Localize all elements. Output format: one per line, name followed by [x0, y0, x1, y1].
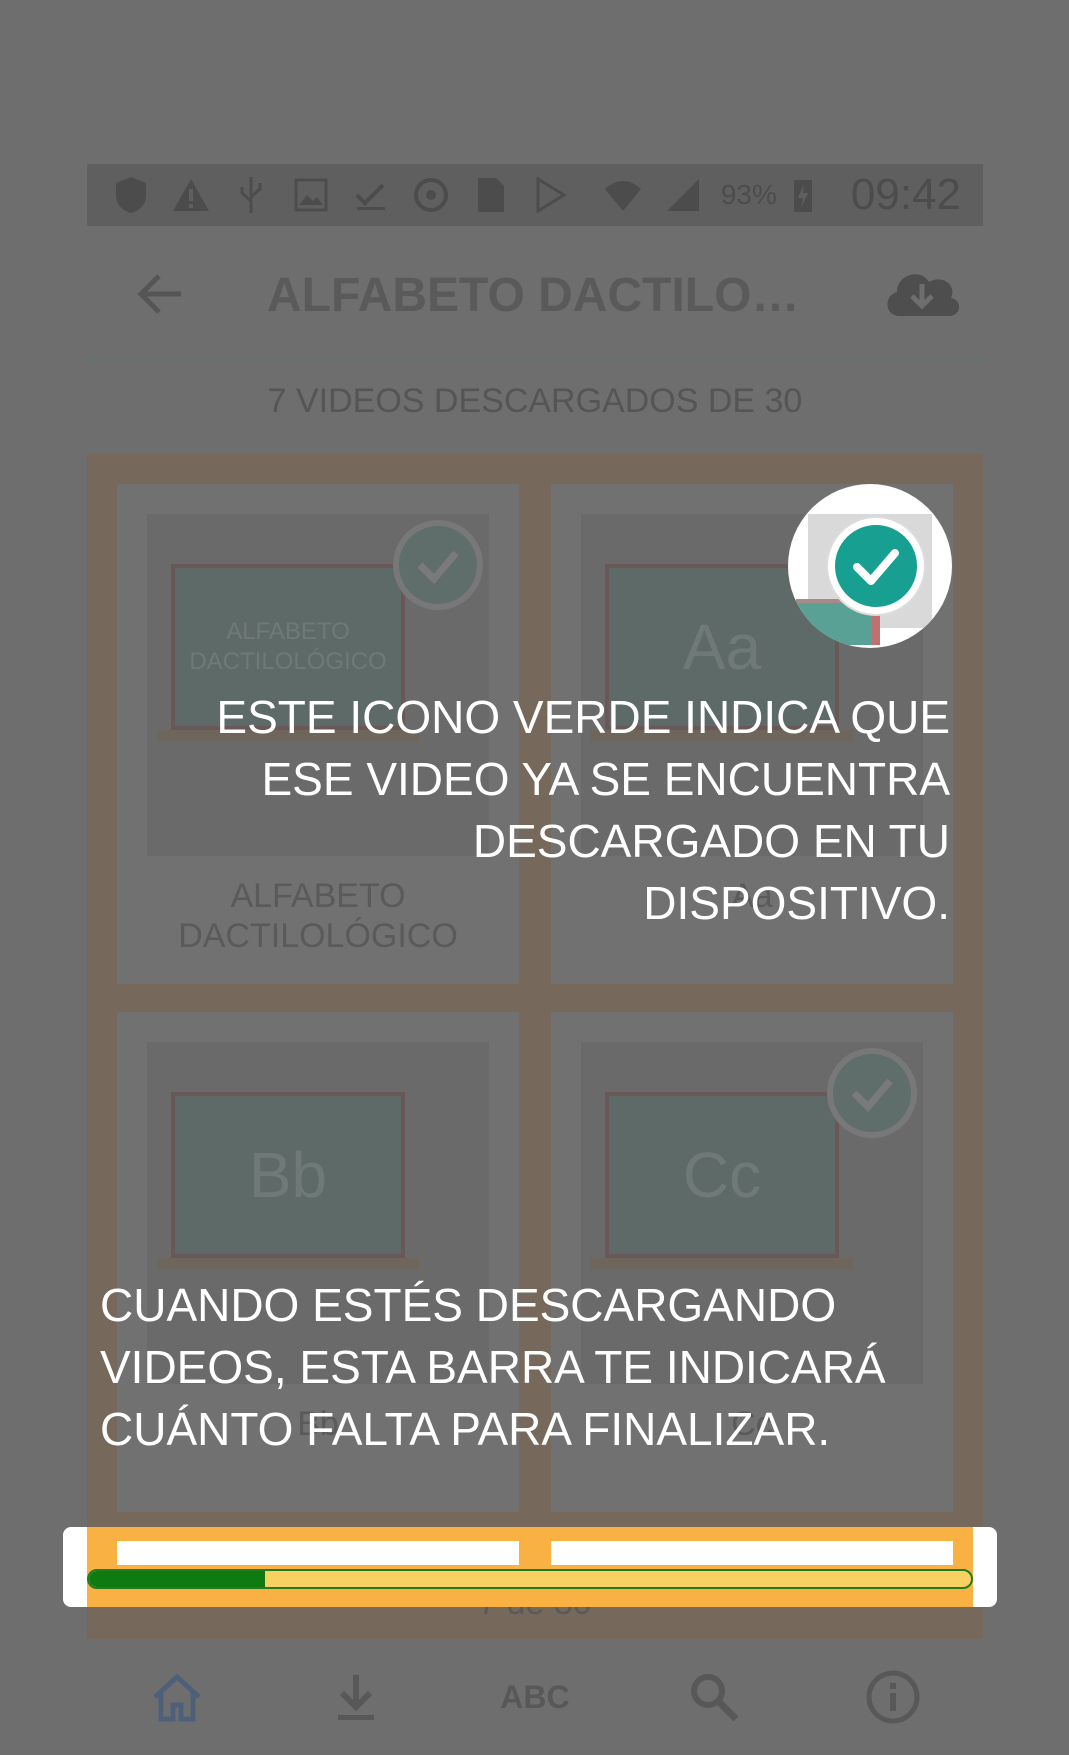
sim-off-icon [469, 173, 513, 217]
tip-line: ESE VIDEO YA SE ENCUENTRA [261, 753, 951, 805]
sync-icon [409, 173, 453, 217]
shield-icon [109, 173, 153, 217]
bottom-nav: ABC [87, 1639, 983, 1755]
progress-background [87, 1527, 973, 1607]
download-icon[interactable] [320, 1661, 392, 1733]
image-icon [289, 173, 333, 217]
tip-line: CUANDO ESTÉS DESCARGANDO [100, 1279, 837, 1331]
chalkboard: Cc [605, 1092, 839, 1258]
card-edge [117, 1541, 519, 1565]
battery-charging-icon [781, 173, 825, 217]
tip-line: VIDEOS, ESTA BARRA TE INDICARÁ [100, 1341, 886, 1393]
download-done-icon [349, 173, 393, 217]
progress-bar [87, 1569, 973, 1589]
chalkboard-tray [591, 1258, 853, 1270]
wifi-icon [601, 173, 645, 217]
tip-line: CUÁNTO FALTA PARA FINALIZAR. [100, 1403, 831, 1455]
chalkboard-tray [157, 1258, 419, 1270]
highlighted-progress [63, 1527, 997, 1607]
downloaded-check-icon [393, 520, 483, 610]
signal-icon [661, 173, 705, 217]
warning-icon [169, 173, 213, 217]
cloud-download-icon[interactable] [881, 260, 963, 326]
abc-icon[interactable]: ABC [499, 1661, 571, 1733]
battery-percent: 93% [720, 179, 777, 210]
info-icon[interactable] [857, 1661, 929, 1733]
card-edge [551, 1541, 953, 1565]
app-header: ALFABETO DACTILOLÓ... [87, 226, 983, 362]
clock: 09:42 [850, 170, 961, 219]
progress-fill [89, 1571, 266, 1587]
search-icon[interactable] [678, 1661, 750, 1733]
page-title: ALFABETO DACTILOLÓ... [267, 269, 827, 322]
back-arrow-icon[interactable] [131, 264, 191, 324]
tip-line: DESCARGADO EN TU DISPOSITIVO. [472, 815, 950, 929]
highlighted-check [788, 484, 952, 648]
play-store-icon [529, 173, 573, 217]
app-screen: 93% 09:42 ALFABETO DACTILOLÓ... 7 VIDEOS… [87, 164, 983, 1755]
chalkboard: Bb [171, 1092, 405, 1258]
tip-progress-bar: CUANDO ESTÉS DESCARGANDO VIDEOS, ESTA BA… [100, 1274, 940, 1460]
status-bar: 93% 09:42 [87, 164, 983, 226]
usb-icon [229, 173, 273, 217]
tip-line: ESTE ICONO VERDE INDICA QUE [216, 691, 950, 743]
green-check-icon [828, 518, 924, 614]
home-icon[interactable] [141, 1661, 213, 1733]
downloaded-check-icon [827, 1048, 917, 1138]
download-count: 7 VIDEOS DESCARGADOS DE 30 [267, 382, 803, 420]
tip-check-icon: ESTE ICONO VERDE INDICA QUE ESE VIDEO YA… [190, 686, 950, 934]
